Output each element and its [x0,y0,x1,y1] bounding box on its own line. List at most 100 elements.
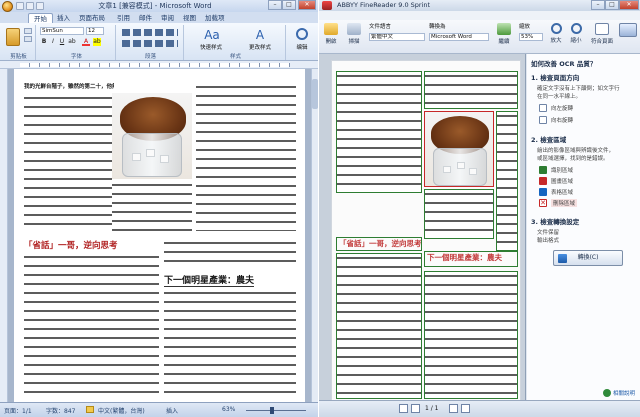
font-color-icon[interactable]: A [82,38,90,46]
ocr-text-zone-5[interactable] [336,253,422,399]
fit-page-button[interactable]: 符合頁面 [587,23,617,45]
send-to-select[interactable]: Microsoft Word [429,33,489,41]
zoom-slider-thumb[interactable] [270,407,274,414]
redo-icon[interactable] [36,2,44,10]
fit-page-label: 符合頁面 [590,39,613,45]
help-circle-icon[interactable] [603,389,611,397]
ocr-text-zone-3[interactable] [496,111,518,251]
status-language[interactable]: 中文(繁體，台灣) [98,406,145,415]
copy-icon[interactable] [24,36,32,42]
rotate-left-link[interactable]: 向左旋轉 [551,104,573,112]
ocr-text-zone-6[interactable] [424,271,518,399]
zoom-in-button[interactable]: 放大 [547,23,565,44]
fr-maximize-button[interactable]: □ [605,0,619,10]
image-pane[interactable]: 「省話」一哥，逆向思考 下一個明星產業：農夫 [319,54,526,400]
finereader-toolbar: 開啟 掃描 文件語言 繁體中文 轉換為 Microsoft Word 繼續 縮放… [319,20,640,54]
status-mode[interactable]: 插入 [166,406,178,415]
tab-insert[interactable]: 插入 [52,13,75,23]
document-page[interactable]: 我的光鮮台階子，雖然的第二十，他無， 「省話」一哥，逆向思考 下一個明星產業：農… [14,69,305,402]
text-column-mid [112,181,192,231]
vertical-ruler[interactable] [0,69,8,402]
undo-icon[interactable] [26,2,34,10]
prev-page-icon[interactable] [399,404,408,413]
font-name-combo[interactable]: SimSun [40,27,84,35]
editing-button-label[interactable]: 编辑 [288,43,316,51]
help-link[interactable]: 相關說明 [613,389,635,397]
status-page[interactable]: 页面：1/1 [4,406,32,415]
table-zone-link[interactable]: 表格區域 [551,188,573,196]
heading-dark: 下一個明星產業：農夫 [164,273,255,287]
fr-minimize-button[interactable]: – [591,0,605,10]
close-button[interactable]: ✕ [298,0,316,10]
underline-icon[interactable]: U [58,38,66,46]
word-vertical-scrollbar[interactable] [311,69,318,402]
help-icon[interactable] [619,23,637,37]
proofing-icon[interactable] [86,406,94,413]
minimize-button[interactable]: – [268,0,282,10]
zoom-out-button[interactable]: 縮小 [567,23,585,44]
ocr-heading-zone[interactable]: 「省話」一哥，逆向思考 [336,237,422,251]
delete-zone-link[interactable]: 刪除區域 [551,199,578,207]
language-select[interactable]: 繁體中文 [369,33,425,41]
cut-icon[interactable] [24,28,32,34]
paste-icon[interactable] [6,28,20,46]
quick-styles-icon[interactable]: Aa [190,28,234,42]
rotate-right-link[interactable]: 向右旋轉 [551,116,573,124]
tab-review[interactable]: 审阅 [156,13,179,23]
font-size-combo[interactable]: 12 [86,27,104,35]
text-zone-link[interactable]: 識別區域 [551,166,573,174]
zoom-in-icon [550,23,562,34]
strikethrough-icon[interactable]: ab [68,38,76,46]
tab-home[interactable]: 开始 [28,13,53,23]
task-pane-title: 如何改善 OCR 品質？ [531,60,597,68]
first-page-icon[interactable] [411,404,420,413]
list-icons[interactable] [122,29,178,36]
table-zone-icon[interactable] [539,188,547,196]
last-page-icon[interactable] [461,404,470,413]
find-icon[interactable] [296,28,308,40]
open-icon [324,23,338,35]
ocr-text-zone-1[interactable] [336,71,422,193]
document-area[interactable]: 我的光鮮台階子，雖然的第二十，他無， 「省話」一哥，逆向思考 下一個明星產業：農… [8,69,311,402]
align-icons[interactable] [122,40,178,47]
scroll-thumb[interactable] [312,79,318,109]
convert-button[interactable]: 轉換(C) [553,250,623,266]
maximize-button[interactable]: □ [282,0,296,10]
rotate-left-icon[interactable] [539,104,547,112]
horizontal-ruler[interactable] [0,61,318,69]
status-words[interactable]: 字数：847 [46,406,75,415]
delete-zone-icon[interactable]: ✕ [539,199,547,207]
clipboard-label: 剪贴板 [10,54,27,60]
ocr-picture-zone[interactable] [424,111,494,187]
status-zoom[interactable]: 63% [222,406,235,413]
fr-close-button[interactable]: ✕ [619,0,639,10]
italic-icon[interactable]: I [49,38,57,46]
ocr-heading-zone-2[interactable]: 下一個明星產業：農夫 [424,251,518,267]
highlight-icon[interactable]: ab [93,38,101,46]
tab-view[interactable]: 视图 [178,13,201,23]
picture-zone-link[interactable]: 圖畫區域 [551,177,573,185]
finereader-menu-bar [319,11,640,20]
ocr-text-zone-2[interactable] [424,71,518,109]
zoom-slider[interactable] [246,410,306,411]
change-styles-icon[interactable]: A [238,28,282,42]
open-button[interactable]: 開啟 [321,23,341,45]
read-button[interactable]: 繼續 [493,23,515,45]
picture-zone-icon[interactable] [539,177,547,185]
next-page-icon[interactable] [449,404,458,413]
tab-mailings[interactable]: 邮件 [134,13,157,23]
office-orb-icon[interactable] [2,1,13,12]
text-zone-icon[interactable] [539,166,547,174]
bold-icon[interactable]: B [40,38,48,46]
rotate-right-icon[interactable] [539,116,547,124]
zoom-select[interactable]: 53% [519,33,543,41]
intro-line: 我的光鮮台階子，雖然的第二十，他無， [24,84,114,90]
text-column-right-top [196,83,296,231]
ocr-text-zone-4[interactable] [424,189,494,239]
scan-button[interactable]: 掃描 [343,23,365,45]
tab-addins[interactable]: 加载项 [200,13,230,23]
save-icon[interactable] [16,2,24,10]
tab-references[interactable]: 引用 [112,13,135,23]
tab-page-layout[interactable]: 页面布局 [74,13,110,23]
scanned-page[interactable]: 「省話」一哥，逆向思考 下一個明星產業：農夫 [331,60,521,400]
